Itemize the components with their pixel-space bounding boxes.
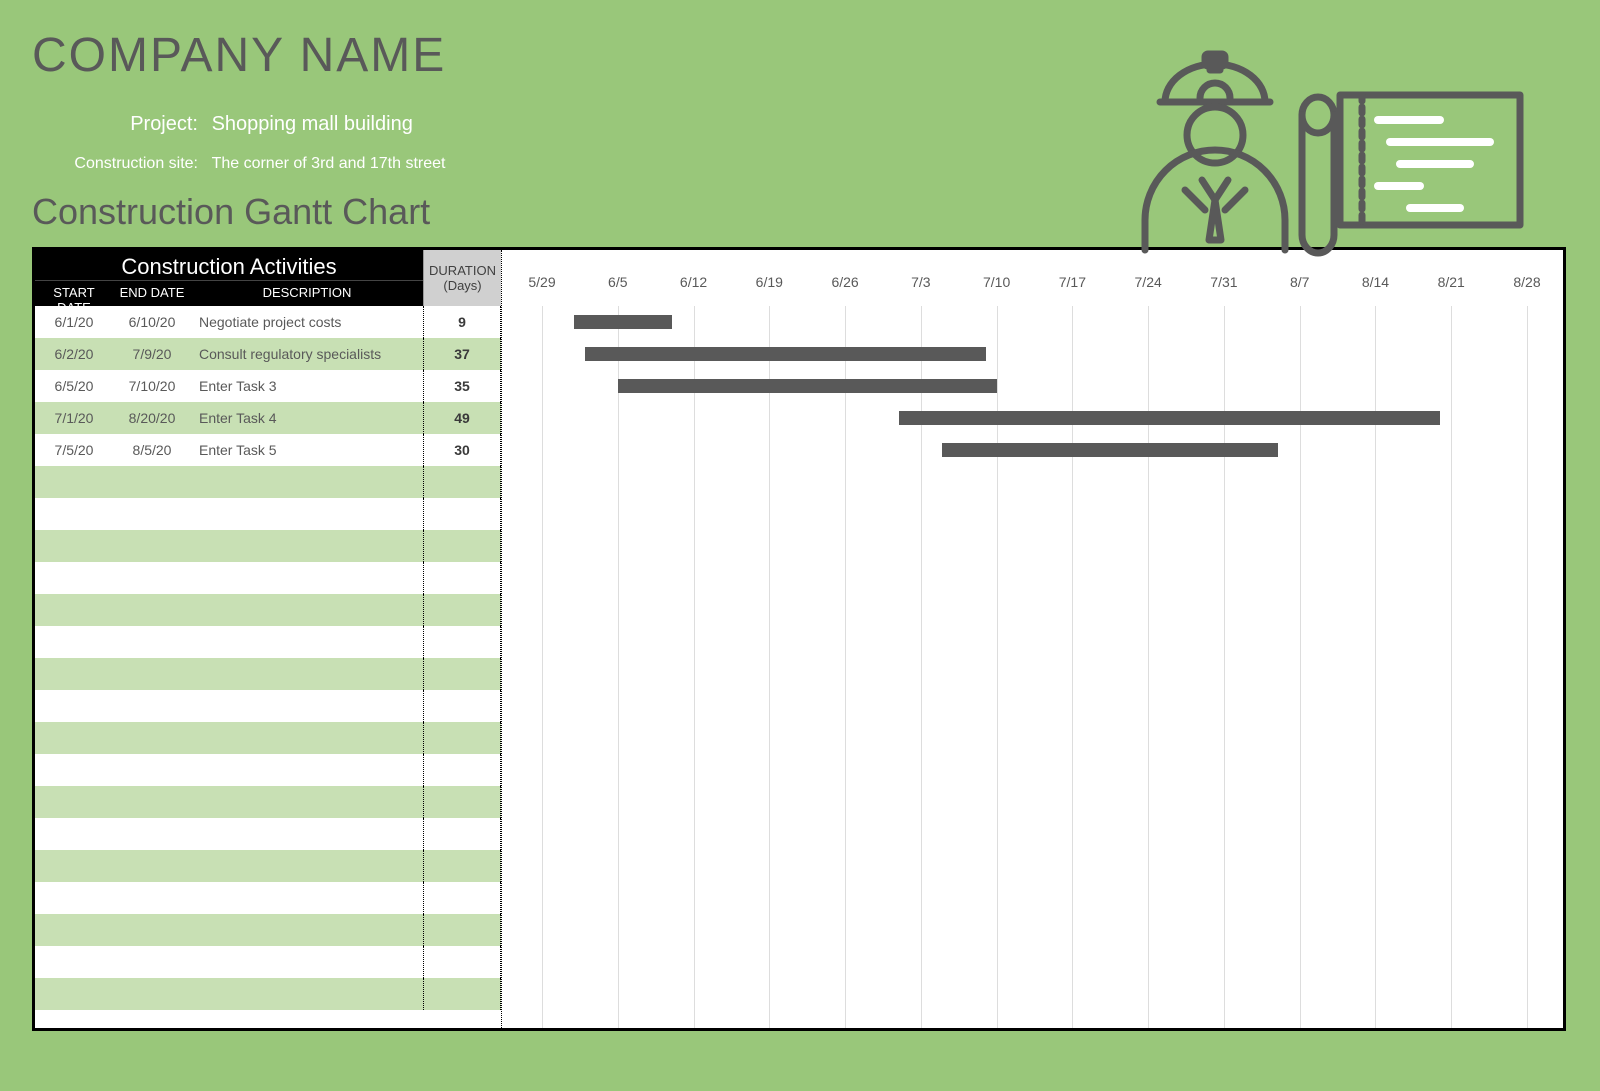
activities-table: Construction Activities START DATE END D…: [35, 250, 501, 1028]
cell-duration: 9: [423, 306, 501, 338]
table-row: [35, 626, 501, 658]
cell-duration: [423, 882, 501, 914]
table-row: 7/1/208/20/20Enter Task 449: [35, 402, 501, 434]
cell-start: 6/2/20: [35, 346, 113, 362]
engineer-logo-icon: [1110, 40, 1530, 265]
tick-label: 7/17: [1059, 274, 1086, 290]
tick-label: 7/31: [1210, 274, 1237, 290]
tick-label: 7/24: [1135, 274, 1162, 290]
cell-duration: [423, 914, 501, 946]
cell-duration: [423, 946, 501, 978]
cell-duration: [423, 658, 501, 690]
cell-duration: [423, 562, 501, 594]
cell-desc: Enter Task 4: [191, 410, 423, 426]
cell-end: 8/20/20: [113, 410, 191, 426]
tick-label: 6/19: [756, 274, 783, 290]
gantt-panel: Construction Activities START DATE END D…: [32, 247, 1566, 1031]
cell-duration: 30: [423, 434, 501, 466]
cell-duration: [423, 626, 501, 658]
tick-label: 8/7: [1290, 274, 1309, 290]
cell-duration: [423, 466, 501, 498]
tick-label: 7/10: [983, 274, 1010, 290]
cell-start: 6/5/20: [35, 378, 113, 394]
table-row: [35, 498, 501, 530]
tick-label: 6/26: [831, 274, 858, 290]
cell-duration: [423, 722, 501, 754]
table-row: [35, 754, 501, 786]
cell-duration: [423, 754, 501, 786]
col-duration-header: DURATION: [429, 263, 496, 278]
cell-duration: [423, 786, 501, 818]
cell-desc: Enter Task 5: [191, 442, 423, 458]
cell-start: 7/1/20: [35, 410, 113, 426]
cell-end: 7/10/20: [113, 378, 191, 394]
table-row: [35, 658, 501, 690]
project-label: Project:: [66, 105, 206, 143]
gantt-bar: [942, 443, 1278, 457]
table-row: [35, 850, 501, 882]
cell-duration: 37: [423, 338, 501, 370]
table-row: [35, 466, 501, 498]
cell-duration: [423, 850, 501, 882]
table-row: [35, 690, 501, 722]
cell-desc: Enter Task 3: [191, 378, 423, 394]
gantt-bar: [585, 347, 985, 361]
table-row: 6/5/207/10/20Enter Task 335: [35, 370, 501, 402]
cell-duration: [423, 978, 501, 1010]
tick-label: 8/28: [1513, 274, 1540, 290]
table-row: [35, 562, 501, 594]
tick-label: 6/5: [608, 274, 627, 290]
table-row: 6/2/207/9/20Consult regulatory specialis…: [35, 338, 501, 370]
cell-end: 8/5/20: [113, 442, 191, 458]
cell-duration: [423, 594, 501, 626]
gantt-bar: [574, 315, 671, 329]
tick-label: 6/12: [680, 274, 707, 290]
cell-desc: Negotiate project costs: [191, 314, 423, 330]
table-row: [35, 530, 501, 562]
gantt-timeline: 5/29 6/5 6/12 6/19 6/26 7/3 7/10 7/17 7/24 7/31 8/…: [501, 250, 1563, 1028]
activities-title: Construction Activities: [121, 250, 336, 280]
table-row: 6/1/206/10/20Negotiate project costs9: [35, 306, 501, 338]
cell-start: 6/1/20: [35, 314, 113, 330]
tick-label: 5/29: [528, 274, 555, 290]
table-row: [35, 978, 501, 1010]
table-row: [35, 818, 501, 850]
tick-label: 7/3: [911, 274, 930, 290]
col-duration-unit: (Days): [443, 278, 481, 293]
table-row: [35, 882, 501, 914]
cell-duration: [423, 690, 501, 722]
gantt-bar: [618, 379, 997, 393]
cell-duration: [423, 498, 501, 530]
table-row: 7/5/208/5/20Enter Task 530: [35, 434, 501, 466]
table-row: [35, 594, 501, 626]
table-row: [35, 722, 501, 754]
project-value: Shopping mall building: [212, 113, 413, 135]
site-value: The corner of 3rd and 17th street: [212, 155, 446, 172]
cell-duration: 49: [423, 402, 501, 434]
table-row: [35, 914, 501, 946]
cell-duration: [423, 818, 501, 850]
cell-duration: [423, 530, 501, 562]
site-label: Construction site:: [66, 149, 206, 179]
table-row: [35, 946, 501, 978]
gantt-bar: [899, 411, 1440, 425]
cell-desc: Consult regulatory specialists: [191, 346, 423, 362]
cell-duration: 35: [423, 370, 501, 402]
tick-label: 8/14: [1362, 274, 1389, 290]
cell-end: 6/10/20: [113, 314, 191, 330]
cell-start: 7/5/20: [35, 442, 113, 458]
tick-label: 8/21: [1438, 274, 1465, 290]
table-row: [35, 786, 501, 818]
cell-end: 7/9/20: [113, 346, 191, 362]
